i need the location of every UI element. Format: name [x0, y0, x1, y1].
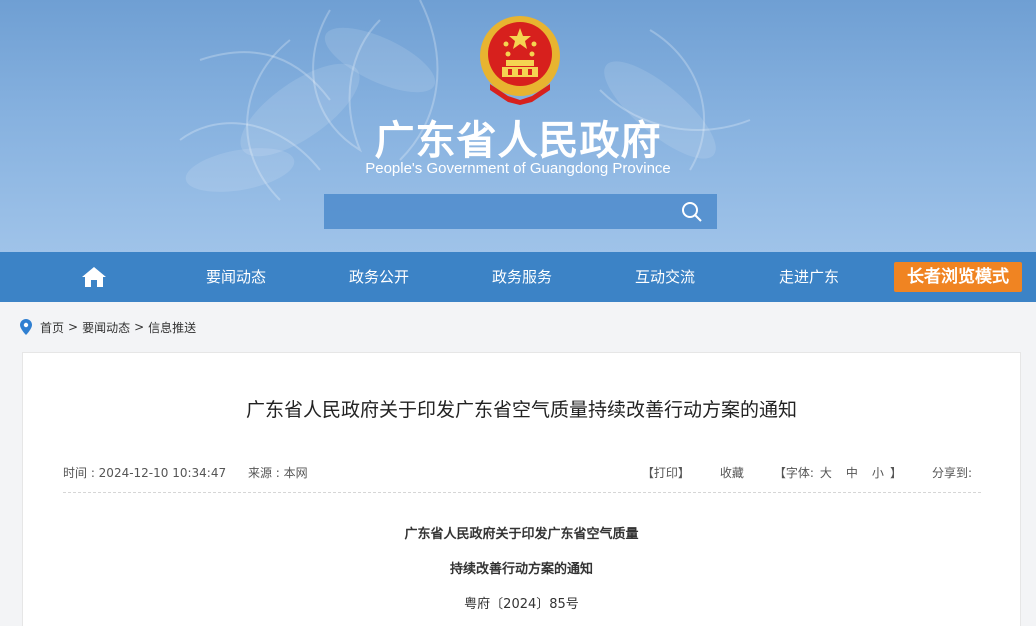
nav-home-button[interactable]: [72, 252, 116, 302]
breadcrumb-home[interactable]: 首页: [40, 319, 64, 336]
search-bar: [324, 194, 717, 229]
main-nav: 要闻动态 政务公开 政务服务 互动交流 走进广东: [0, 252, 1036, 302]
breadcrumb: 首页 > 要闻动态 > 信息推送: [20, 318, 196, 336]
national-emblem-icon: [480, 16, 560, 105]
font-small-button[interactable]: 小: [872, 464, 884, 481]
article-title: 广东省人民政府关于印发广东省空气质量持续改善行动方案的通知: [245, 399, 797, 421]
share-label: 分享到:: [931, 466, 972, 480]
nav-item-gov-services[interactable]: 政务服务: [462, 252, 582, 302]
nav-item-about-guangdong[interactable]: 走进广东: [749, 252, 869, 302]
favorite-button[interactable]: 收藏: [720, 464, 744, 481]
site-subtitle: People's Government of Guangdong Provinc…: [365, 160, 671, 177]
nav-item-news[interactable]: 要闻动态: [176, 252, 296, 302]
nav-item-interaction[interactable]: 互动交流: [605, 252, 725, 302]
nav-item-gov-affairs[interactable]: 政务公开: [319, 252, 439, 302]
doc-number: 粤府〔2024〕85号: [464, 597, 579, 612]
home-icon: [82, 267, 106, 287]
breadcrumb-separator: >: [68, 320, 79, 334]
site-title: 广东省人民政府: [374, 118, 662, 164]
doc-title-line-2: 持续改善行动方案的通知: [449, 562, 593, 577]
print-button[interactable]: 【打印】: [642, 464, 690, 481]
article-source: 来源 : 本网: [247, 466, 308, 480]
meta-divider: [63, 492, 981, 493]
article-panel: 广东省人民政府关于印发广东省空气质量持续改善行动方案的通知 时间 : 2024-…: [22, 352, 1021, 626]
publish-time: 时间 : 2024-12-10 10:34:47: [63, 466, 227, 480]
article-meta: 时间 : 2024-12-10 10:34:47 来源 : 本网: [63, 464, 308, 481]
font-size-label: 【字体:: [773, 466, 814, 480]
location-pin-icon: [20, 319, 32, 335]
font-size-bracket: 】: [889, 466, 902, 480]
breadcrumb-info-push[interactable]: 信息推送: [148, 319, 196, 336]
article-tools: 【打印】 收藏 【字体: 大 中 小 】 分享到:: [642, 464, 972, 481]
elder-mode-button[interactable]: 长者浏览模式: [894, 262, 1022, 292]
breadcrumb-news[interactable]: 要闻动态: [82, 319, 130, 336]
search-input[interactable]: [324, 194, 674, 229]
doc-title-line-1: 广东省人民政府关于印发广东省空气质量: [404, 527, 639, 542]
font-medium-button[interactable]: 中: [846, 464, 858, 481]
search-icon[interactable]: [680, 200, 704, 224]
font-large-button[interactable]: 大: [820, 464, 832, 481]
breadcrumb-separator: >: [134, 320, 145, 334]
header-banner: 广东省人民政府 People's Government of Guangdong…: [0, 0, 1036, 252]
